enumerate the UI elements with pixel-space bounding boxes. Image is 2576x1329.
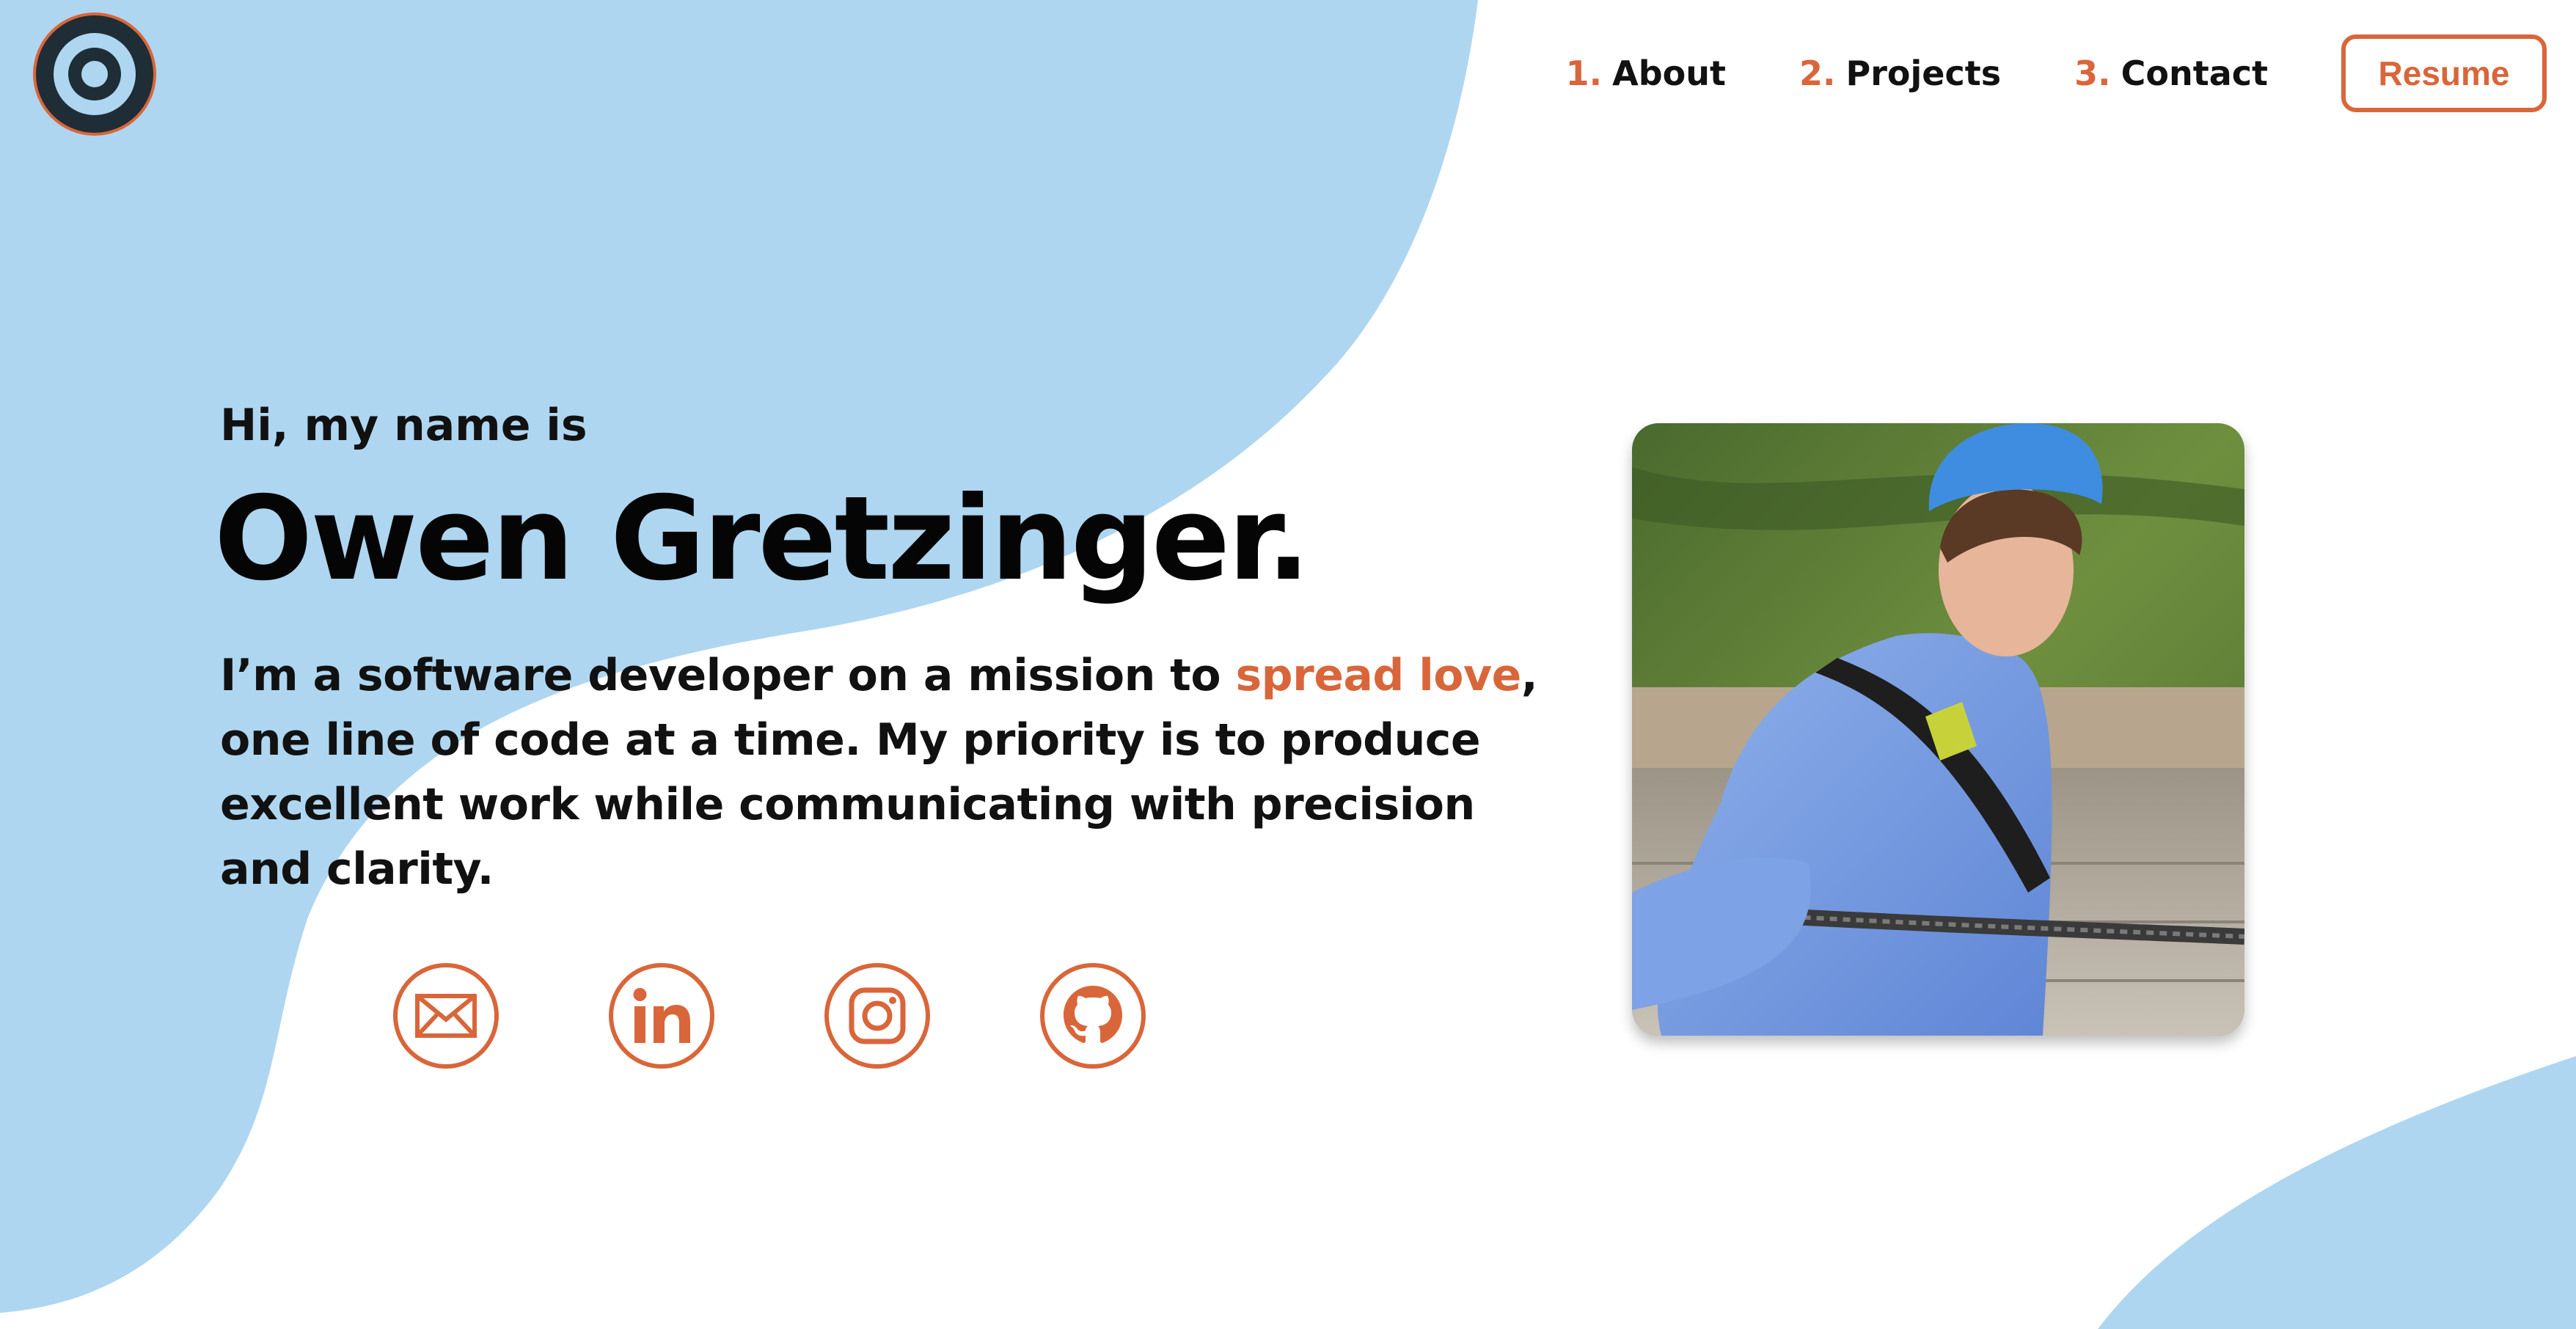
resume-button[interactable]: Resume — [2341, 34, 2547, 112]
nav-number: 1. — [1565, 54, 1603, 93]
social-links — [392, 962, 1255, 1069]
nav-label: About — [1612, 54, 1727, 93]
github-icon[interactable] — [1039, 962, 1146, 1069]
linkedin-icon[interactable] — [608, 962, 715, 1069]
bio-text: I’m a software developer on a mission to… — [220, 643, 1540, 901]
nav-link-projects[interactable]: 2. Projects — [1799, 54, 2001, 93]
bio-text-start: I’m a software developer on a mission to — [220, 650, 1236, 701]
instagram-icon[interactable] — [824, 962, 931, 1069]
greeting-text: Hi, my name is — [220, 400, 588, 451]
hero-section: Hi, my name is Owen Gretzinger. I’m a so… — [214, 392, 1555, 901]
bio-highlight: spread love — [1235, 650, 1521, 701]
page-title: Owen Gretzinger. — [214, 472, 1311, 607]
nav-link-contact[interactable]: 3. Contact — [2074, 54, 2268, 93]
nav-link-about[interactable]: 1. About — [1566, 54, 1726, 93]
nav-number: 2. — [1799, 54, 1836, 93]
top-nav: 1. About 2. Projects 3. Contact Resume — [1566, 29, 2547, 117]
profile-photo — [1632, 423, 2244, 1036]
nav-label: Projects — [1845, 54, 2002, 93]
nav-number: 3. — [2074, 54, 2111, 93]
email-icon[interactable] — [392, 962, 500, 1069]
site-logo-icon[interactable] — [29, 9, 160, 139]
profile-photo-image — [1632, 423, 2244, 1036]
portfolio-page: 1. About 2. Projects 3. Contact Resume H… — [0, 0, 2576, 1329]
nav-label: Contact — [2121, 54, 2268, 93]
